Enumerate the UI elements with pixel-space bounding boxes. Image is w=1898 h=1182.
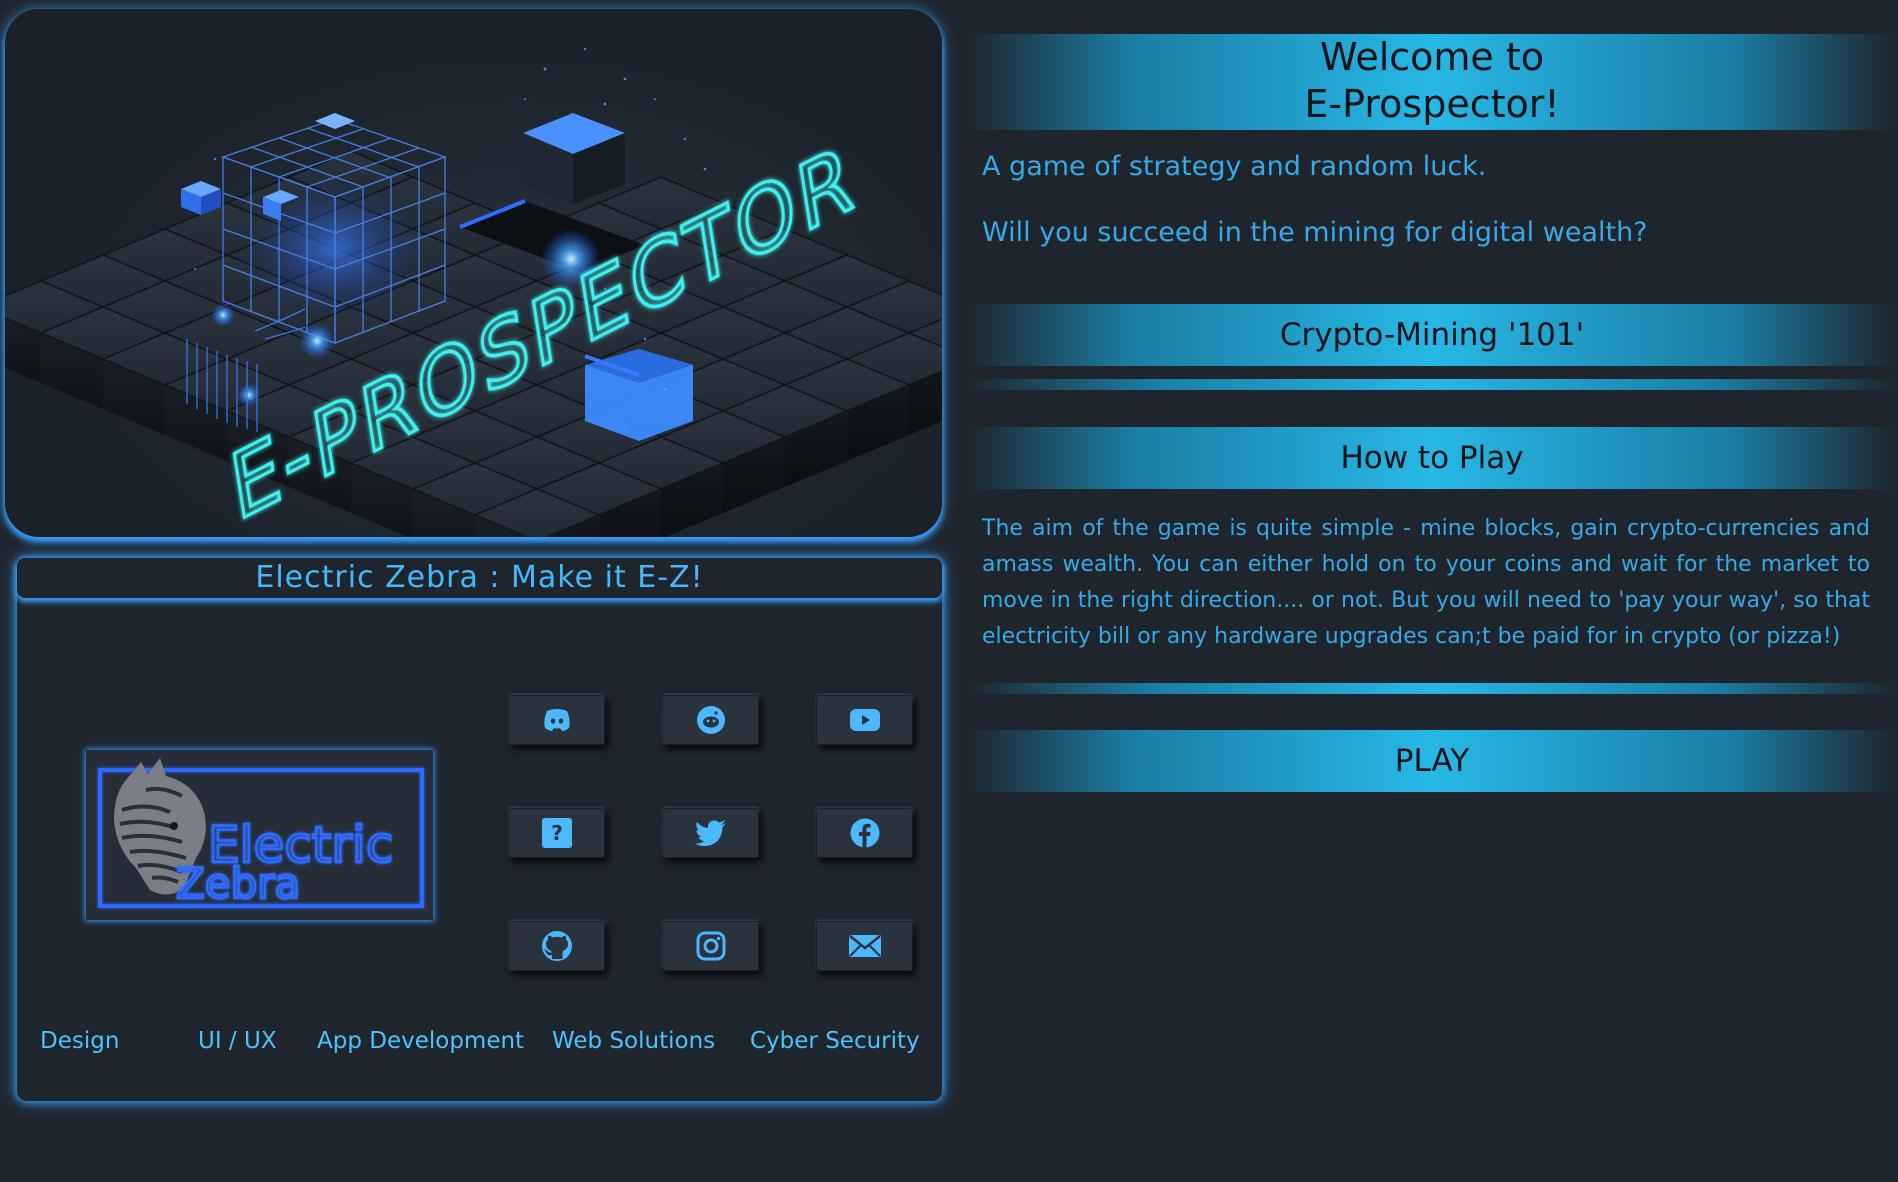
hero-image: E-PROSPECTOR — [5, 9, 942, 537]
divider-bar — [966, 379, 1898, 390]
intro-text-2: Will you succeed in the mining for digit… — [982, 217, 1648, 248]
instagram-icon — [696, 931, 725, 961]
play-button[interactable]: PLAY — [966, 730, 1898, 792]
help-button[interactable]: ? — [508, 808, 605, 858]
service-ui-ux[interactable]: UI / UX — [198, 1028, 277, 1054]
welcome-line-2: E-Prospector! — [1304, 82, 1560, 126]
service-cyber-security[interactable]: Cyber Security — [750, 1028, 920, 1054]
service-app-development[interactable]: App Development — [317, 1028, 524, 1054]
isometric-block-grid: E-PROSPECTOR — [5, 47, 942, 537]
question-icon: ? — [541, 818, 572, 848]
zebra-logo-image: Electric Zebra — [98, 758, 424, 909]
divider-bar — [966, 683, 1898, 694]
intro-text-1: A game of strategy and random luck. — [982, 151, 1487, 182]
github-icon — [541, 931, 572, 961]
brand-panel: Electric Zebra : Make it E-Z! Electric Z… — [17, 558, 942, 1101]
welcome-line-1: Welcome to — [1319, 35, 1545, 79]
youtube-button[interactable] — [816, 695, 913, 745]
envelope-icon — [848, 935, 881, 957]
svg-text:?: ? — [551, 821, 563, 845]
logo-word-zebra: Zebra — [176, 859, 300, 908]
electric-zebra-logo[interactable]: Electric Zebra — [86, 750, 433, 920]
twitter-button[interactable] — [662, 808, 759, 858]
how-to-play-button[interactable]: How to Play — [966, 427, 1898, 489]
github-button[interactable] — [508, 921, 605, 971]
reddit-icon — [696, 706, 725, 734]
how-to-play-text: The aim of the game is quite simple - mi… — [982, 516, 1870, 649]
twitter-icon — [694, 820, 726, 846]
welcome-banner: Welcome to E-Prospector! — [966, 34, 1898, 130]
brand-tagline: Electric Zebra : Make it E-Z! — [17, 558, 942, 598]
discord-icon — [543, 709, 570, 731]
youtube-icon — [849, 709, 880, 731]
crypto-mining-101-button[interactable]: Crypto-Mining '101' — [966, 304, 1898, 366]
discord-button[interactable] — [508, 695, 605, 745]
service-design[interactable]: Design — [40, 1028, 119, 1054]
facebook-icon — [850, 818, 879, 848]
facebook-button[interactable] — [816, 808, 913, 858]
reddit-button[interactable] — [662, 695, 759, 745]
service-web-solutions[interactable]: Web Solutions — [552, 1028, 715, 1054]
email-button[interactable] — [816, 921, 913, 971]
instagram-button[interactable] — [662, 921, 759, 971]
